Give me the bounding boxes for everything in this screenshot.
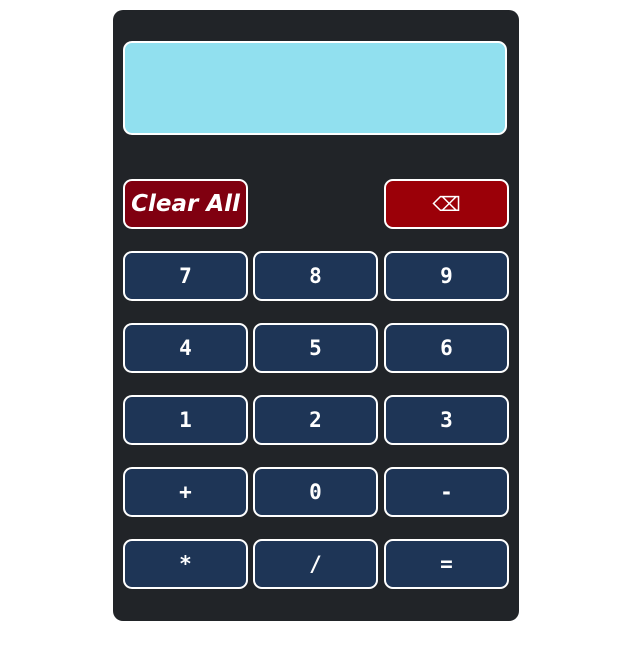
- key-2-button[interactable]: 2: [253, 395, 378, 445]
- divide-button[interactable]: /: [253, 539, 378, 589]
- key-9-button[interactable]: 9: [384, 251, 509, 301]
- clear-all-button[interactable]: Clear All: [123, 179, 248, 229]
- key-0-button[interactable]: 0: [253, 467, 378, 517]
- backspace-icon: ⌫: [432, 192, 461, 216]
- key-7-button[interactable]: 7: [123, 251, 248, 301]
- minus-button[interactable]: -: [384, 467, 509, 517]
- equals-button[interactable]: =: [384, 539, 509, 589]
- key-6-button[interactable]: 6: [384, 323, 509, 373]
- backspace-button[interactable]: ⌫: [384, 179, 509, 229]
- key-1-button[interactable]: 1: [123, 395, 248, 445]
- calculator-panel: Clear All ⌫ 7 8 9 4 5 6 1 2 3 + 0 - * / …: [113, 10, 519, 621]
- key-3-button[interactable]: 3: [384, 395, 509, 445]
- key-5-button[interactable]: 5: [253, 323, 378, 373]
- calculator-display: [123, 41, 507, 135]
- plus-button[interactable]: +: [123, 467, 248, 517]
- key-8-button[interactable]: 8: [253, 251, 378, 301]
- key-4-button[interactable]: 4: [123, 323, 248, 373]
- multiply-button[interactable]: *: [123, 539, 248, 589]
